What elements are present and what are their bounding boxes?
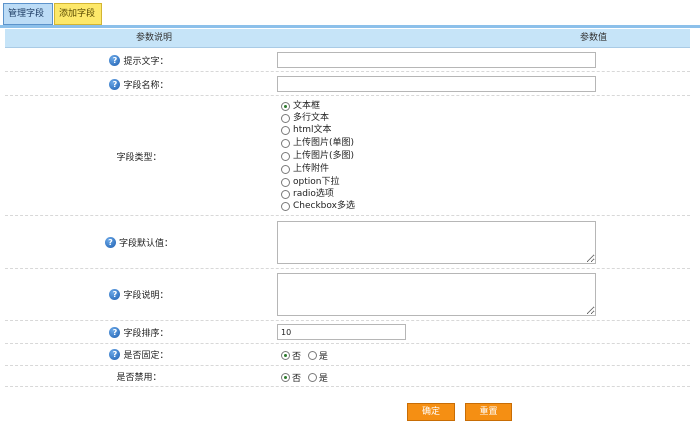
help-icon[interactable]: ?	[109, 327, 121, 338]
row-is-fixed: ? 是否固定： 否 是	[5, 344, 690, 366]
label-description: ? 字段说明：	[5, 288, 273, 301]
reset-button[interactable]: 重置	[465, 403, 512, 421]
is-disabled-option-no[interactable]: 否	[281, 371, 301, 384]
header-param-desc: 参数说明	[136, 33, 173, 43]
field-type-option[interactable]: radio选项	[281, 188, 334, 200]
radio-button[interactable]	[281, 125, 290, 135]
tab-add-field[interactable]: 添加字段	[54, 3, 102, 25]
is-fixed-radio-group: 否 是	[281, 349, 332, 362]
radio-button[interactable]	[281, 101, 290, 111]
radio-button[interactable]	[307, 373, 317, 382]
label-field-name: ? 字段名称：	[5, 78, 273, 91]
radio-button[interactable]	[281, 164, 290, 174]
radio-button[interactable]	[281, 113, 290, 123]
field-type-option[interactable]: option下拉	[281, 176, 339, 188]
row-field-type: 字段类型： 文本框 多行文本 html文本 上传图片(单图) 上传图片(多图) …	[5, 96, 690, 216]
help-icon[interactable]: ?	[109, 349, 121, 360]
label-field-type: 字段类型：	[116, 153, 162, 163]
is-fixed-option-no[interactable]: 否	[281, 349, 301, 362]
row-is-disabled: 是否禁用： 否 是	[5, 366, 690, 387]
field-type-option[interactable]: Checkbox多选	[281, 200, 355, 212]
sort-order-input[interactable]	[277, 324, 406, 340]
is-fixed-option-yes[interactable]: 是	[307, 349, 328, 362]
field-type-option[interactable]: html文本	[281, 124, 332, 136]
help-icon[interactable]: ?	[109, 55, 121, 66]
field-type-option[interactable]: 文本框	[281, 100, 320, 112]
help-icon[interactable]: ?	[109, 79, 121, 90]
help-icon[interactable]: ?	[104, 237, 116, 248]
label-hint-text: ? 提示文字：	[5, 54, 273, 67]
hint-text-input[interactable]	[277, 52, 596, 68]
field-type-option[interactable]: 多行文本	[281, 112, 329, 124]
header-param-value: 参数值	[580, 33, 608, 43]
radio-button[interactable]	[281, 189, 290, 199]
field-name-input[interactable]	[277, 76, 596, 92]
row-hint-text: ? 提示文字：	[5, 48, 690, 72]
label-default-value: ? 字段默认值：	[5, 236, 273, 249]
label-is-fixed: ? 是否固定：	[5, 348, 273, 361]
description-textarea[interactable]	[277, 273, 596, 316]
tab-manage-fields[interactable]: 管理字段	[3, 3, 53, 25]
default-value-textarea[interactable]	[277, 221, 596, 264]
row-field-name: ? 字段名称：	[5, 72, 690, 96]
row-description: ? 字段说明：	[5, 269, 690, 321]
row-sort-order: ? 字段排序：	[5, 321, 690, 344]
radio-button[interactable]	[281, 177, 290, 187]
field-type-option[interactable]: 上传图片(多图)	[281, 150, 354, 162]
label-is-disabled: 是否禁用：	[116, 373, 162, 383]
help-icon[interactable]: ?	[109, 289, 121, 300]
is-disabled-radio-group: 否 是	[281, 371, 332, 384]
radio-button[interactable]	[281, 351, 290, 360]
radio-button[interactable]	[281, 373, 290, 382]
table-header: 参数说明 参数值	[5, 29, 690, 48]
radio-button[interactable]	[281, 151, 290, 161]
field-type-option[interactable]: 上传附件	[281, 163, 329, 175]
field-type-option[interactable]: 上传图片(单图)	[281, 137, 354, 149]
confirm-button[interactable]: 确定	[407, 403, 455, 421]
radio-button[interactable]	[281, 138, 290, 148]
row-default-value: ? 字段默认值：	[5, 216, 690, 269]
radio-button[interactable]	[307, 351, 317, 360]
tab-divider	[0, 25, 700, 28]
label-sort-order: ? 字段排序：	[5, 326, 273, 339]
is-disabled-option-yes[interactable]: 是	[307, 371, 328, 384]
radio-button[interactable]	[281, 201, 290, 211]
